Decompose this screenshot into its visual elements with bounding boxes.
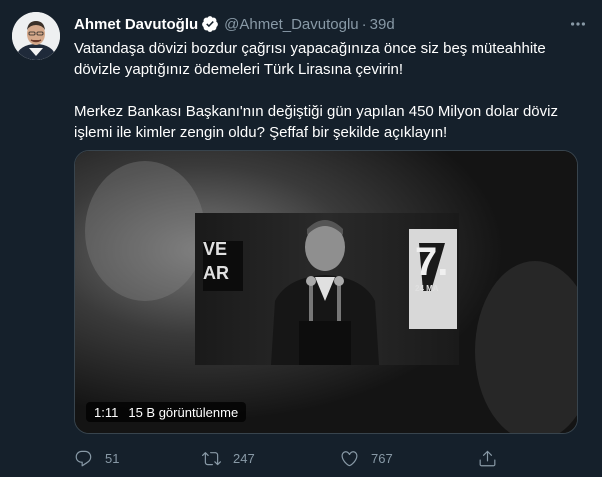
retweet-count: 247 — [233, 450, 255, 466]
video-player[interactable]: VE AR 7. 24 MA 1:11 15 B görüntülenme — [74, 150, 578, 434]
tweet-timestamp[interactable]: 39d — [370, 16, 395, 33]
profile-photo — [12, 12, 60, 60]
avatar[interactable] — [12, 12, 60, 60]
separator-dot: · — [361, 15, 367, 33]
video-duration: 1:11 — [94, 404, 119, 420]
verified-badge-icon — [201, 15, 219, 33]
retweet-icon — [202, 451, 221, 465]
tweet-text: Vatandaşa dövizi bozdur çağrısı yapacağı… — [74, 38, 584, 143]
share-icon — [479, 450, 496, 466]
retweet-button[interactable]: 247 — [202, 446, 255, 470]
like-button[interactable]: 767 — [340, 446, 393, 470]
author-name[interactable]: Ahmet Davutoğlu — [74, 16, 198, 33]
like-count: 767 — [371, 450, 393, 466]
reply-icon — [75, 450, 92, 466]
reply-count: 51 — [105, 450, 120, 466]
tweet-card[interactable]: Ahmet Davutoğlu @Ahmet_Davutoglu · 39d V… — [0, 0, 602, 477]
more-options-icon[interactable] — [568, 14, 588, 34]
tweet-paragraph-1: Vatandaşa dövizi bozdur çağrısı yapacağı… — [74, 40, 546, 78]
overlay-small: 24 MA — [415, 284, 439, 293]
video-views: 15 B görüntülenme — [128, 404, 239, 420]
heart-icon — [341, 450, 358, 466]
video-thumbnail: VE AR 7. 24 MA — [75, 151, 577, 433]
tweet-header: Ahmet Davutoğlu @Ahmet_Davutoglu · 39d — [74, 13, 590, 35]
tweet-paragraph-2: Merkez Bankası Başkanı'nın değiştiği gün… — [74, 103, 558, 141]
share-button[interactable] — [478, 446, 497, 470]
author-handle[interactable]: @Ahmet_Davutoglu — [224, 16, 358, 33]
overlay-left-line1: VE — [203, 239, 227, 259]
video-stats: 1:11 15 B görüntülenme — [86, 402, 247, 422]
overlay-right: 7. — [415, 240, 448, 284]
overlay-left-line2: AR — [203, 263, 229, 283]
reply-button[interactable]: 51 — [74, 446, 119, 470]
action-bar: 51 247 767 — [74, 446, 514, 470]
